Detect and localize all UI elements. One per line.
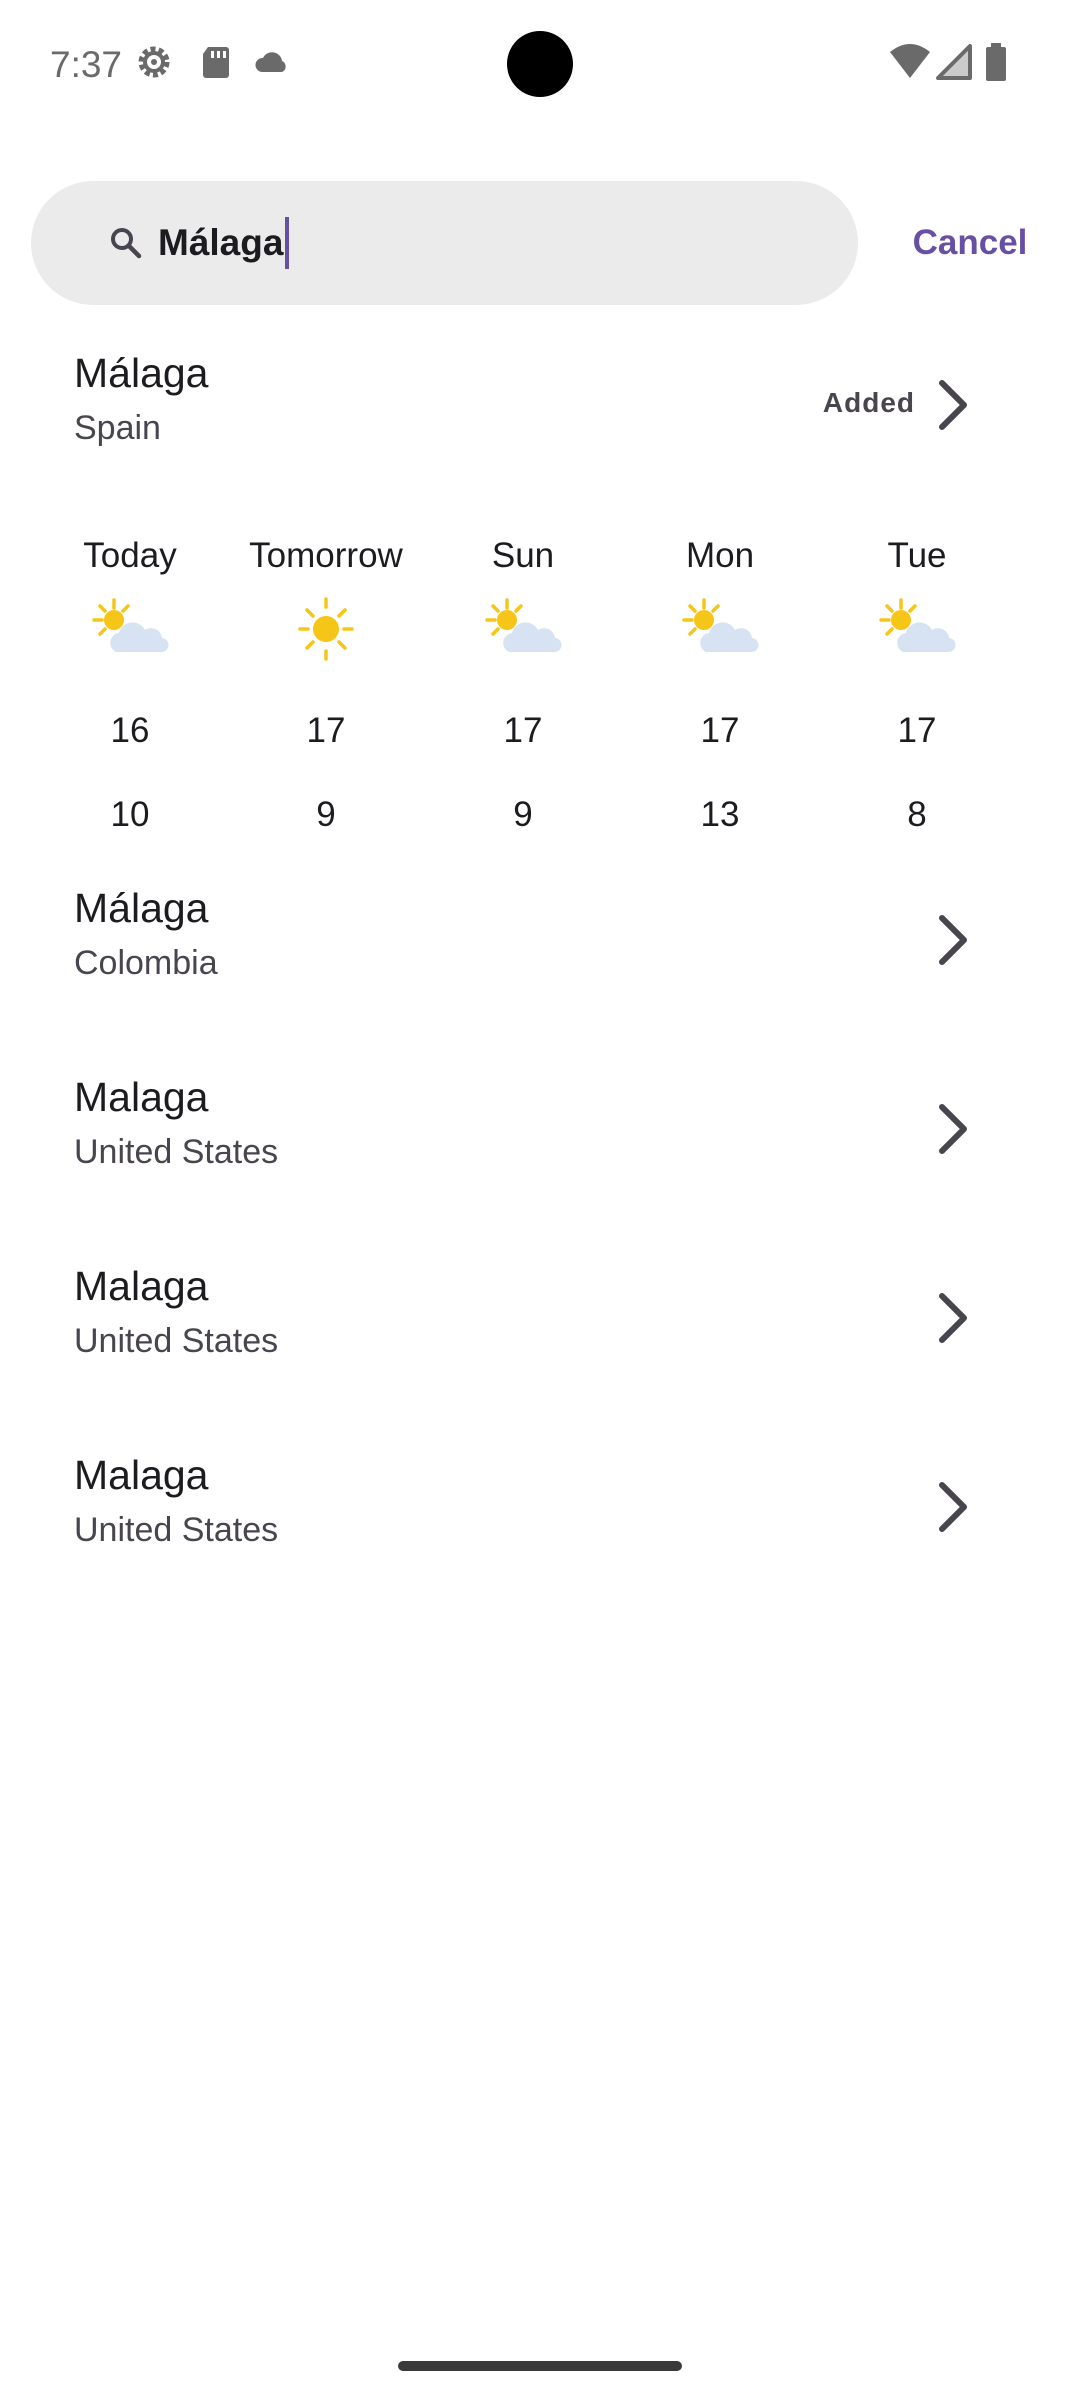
settings-gear-icon bbox=[134, 42, 174, 82]
home-indicator[interactable] bbox=[398, 2361, 682, 2371]
result-item-malaga-united-states[interactable]: Malaga United States bbox=[0, 1069, 1080, 1219]
forecast-high-temp: 17 bbox=[306, 711, 346, 750]
result-item-malaga-spain[interactable]: Málaga Spain Added bbox=[0, 345, 1080, 495]
sunny-icon bbox=[286, 596, 366, 662]
forecast-strip: Today 16 10 Tomorrow 17 9 Sun 17 9 Mon 1… bbox=[0, 528, 1080, 848]
forecast-day: Mon 17 13 bbox=[620, 528, 820, 848]
forecast-day: Tomorrow 17 9 bbox=[226, 528, 426, 848]
status-bar: 7:37 bbox=[0, 0, 1080, 130]
forecast-low-temp: 9 bbox=[316, 795, 336, 834]
forecast-high-temp: 17 bbox=[700, 711, 740, 750]
result-country-name: United States bbox=[74, 1322, 279, 1360]
search-input-text: Málaga bbox=[158, 222, 284, 263]
forecast-low-temp: 13 bbox=[700, 795, 740, 834]
cellular-signal-icon bbox=[934, 42, 974, 82]
sd-card-icon bbox=[196, 42, 236, 82]
wifi-icon bbox=[888, 42, 932, 82]
result-item-malaga-united-states[interactable]: Malaga United States bbox=[0, 1258, 1080, 1408]
forecast-high-temp: 17 bbox=[897, 711, 937, 750]
result-country-name: United States bbox=[74, 1511, 279, 1549]
result-city-name: Malaga bbox=[74, 1263, 209, 1309]
forecast-day-label: Mon bbox=[685, 536, 755, 575]
partly-cloudy-icon bbox=[680, 596, 760, 662]
camera-cutout bbox=[507, 31, 573, 97]
forecast-day-label: Tomorrow bbox=[249, 536, 403, 575]
result-item-malaga-colombia[interactable]: Málaga Colombia bbox=[0, 880, 1080, 1030]
forecast-day: Tue 17 8 bbox=[817, 528, 1017, 848]
search-input[interactable]: Málaga bbox=[158, 217, 290, 269]
result-item-malaga-united-states[interactable]: Malaga United States bbox=[0, 1447, 1080, 1597]
forecast-low-temp: 9 bbox=[513, 795, 533, 834]
forecast-day-label: Sun bbox=[491, 536, 555, 575]
result-city-name: Málaga bbox=[74, 885, 209, 931]
battery-icon bbox=[982, 42, 1012, 82]
chevron-right-icon bbox=[930, 910, 976, 970]
result-city-name: Málaga bbox=[74, 350, 209, 396]
forecast-high-temp: 17 bbox=[503, 711, 543, 750]
chevron-right-icon bbox=[930, 375, 976, 435]
forecast-day-label: Tue bbox=[887, 536, 947, 575]
result-country-name: United States bbox=[74, 1133, 279, 1171]
partly-cloudy-icon bbox=[483, 596, 563, 662]
search-icon bbox=[107, 224, 145, 262]
forecast-day: Today 16 10 bbox=[30, 528, 230, 848]
forecast-low-temp: 8 bbox=[907, 795, 927, 834]
text-cursor bbox=[285, 217, 290, 269]
cloud-icon bbox=[252, 42, 292, 82]
forecast-day-label: Today bbox=[83, 536, 177, 575]
forecast-high-temp: 16 bbox=[110, 711, 150, 750]
result-city-name: Malaga bbox=[74, 1452, 209, 1498]
forecast-low-temp: 10 bbox=[110, 795, 150, 834]
status-time: 7:37 bbox=[50, 44, 123, 85]
result-city-name: Malaga bbox=[74, 1074, 209, 1120]
chevron-right-icon bbox=[930, 1288, 976, 1348]
result-country-name: Spain bbox=[74, 409, 161, 447]
partly-cloudy-icon bbox=[877, 596, 957, 662]
chevron-right-icon bbox=[930, 1099, 976, 1159]
added-badge: Added bbox=[822, 387, 915, 418]
cancel-button[interactable]: Cancel bbox=[890, 213, 1050, 273]
forecast-day: Sun 17 9 bbox=[423, 528, 623, 848]
partly-cloudy-icon bbox=[90, 596, 170, 662]
result-country-name: Colombia bbox=[74, 944, 218, 982]
search-bar[interactable]: Málaga bbox=[31, 181, 858, 305]
chevron-right-icon bbox=[930, 1477, 976, 1537]
